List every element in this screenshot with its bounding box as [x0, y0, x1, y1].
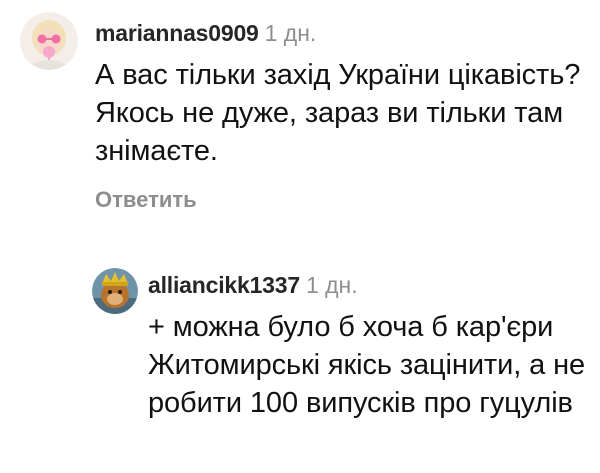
- comment-text: А вас тільки захід України цікавість? Як…: [95, 59, 581, 167]
- user-avatar-pink-icon: [20, 12, 78, 70]
- username[interactable]: mariannas0909: [95, 20, 259, 46]
- avatar[interactable]: [92, 268, 138, 314]
- user-avatar-crown-icon: [92, 268, 138, 314]
- timestamp: 1 дн.: [305, 272, 358, 298]
- avatar[interactable]: [20, 12, 78, 70]
- comment-meta: alliancikk1337 1 дн.: [148, 270, 358, 300]
- reply-button[interactable]: Ответить: [95, 186, 197, 214]
- username[interactable]: alliancikk1337: [148, 272, 300, 298]
- comment-text: + можна було б хоча б кар'єри Житомирськ…: [148, 311, 586, 419]
- comment-meta: mariannas0909 1 дн.: [95, 18, 316, 48]
- timestamp: 1 дн.: [264, 20, 317, 46]
